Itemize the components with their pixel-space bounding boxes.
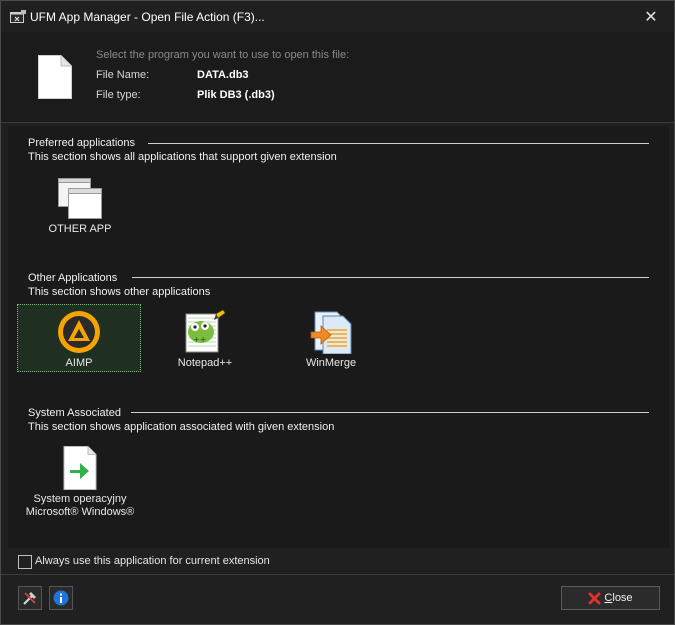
header-divider xyxy=(1,122,674,123)
footer-divider xyxy=(1,574,674,575)
always-use-label[interactable]: Always use this application for current … xyxy=(35,555,270,567)
info-icon xyxy=(53,590,69,606)
preferred-section-divider xyxy=(148,143,649,144)
app-label: Notepad++ xyxy=(177,357,233,369)
app-tile-notepadpp[interactable]: ++ Notepad++ xyxy=(143,304,267,372)
preferred-section-description: This section shows all applications that… xyxy=(28,151,337,163)
always-use-checkbox[interactable] xyxy=(18,555,32,569)
footer-bar: Always use this application for current … xyxy=(1,550,674,624)
app-label-line2: Microsoft® Windows® xyxy=(25,506,135,518)
shell-open-icon xyxy=(63,446,97,490)
app-tile-system-windows[interactable]: System operacyjny Microsoft® Windows® xyxy=(18,440,142,524)
close-button-accel: C xyxy=(604,592,613,604)
settings-tools-button[interactable] xyxy=(18,586,42,610)
system-section-title: System Associated xyxy=(28,407,121,419)
app-label: OTHER APP xyxy=(48,223,112,235)
app-manager-icon xyxy=(10,10,26,23)
close-button-label: lose xyxy=(612,592,633,604)
app-label: WinMerge xyxy=(305,357,357,369)
windows-app-icon xyxy=(58,178,102,219)
system-section-description: This section shows application associate… xyxy=(28,421,335,433)
window-close-button[interactable]: ✕ xyxy=(628,1,674,32)
svg-text:++: ++ xyxy=(193,335,206,344)
file-type-label: File type: xyxy=(96,89,141,101)
app-tile-aimp[interactable]: AIMP xyxy=(17,304,141,372)
applications-panel: Preferred applications This section show… xyxy=(8,126,669,548)
info-button[interactable] xyxy=(49,586,73,610)
close-button[interactable]: Close xyxy=(561,586,660,610)
file-name-label: File Name: xyxy=(96,69,150,81)
other-section-divider xyxy=(132,277,649,278)
file-name-value: DATA.db3 xyxy=(197,69,249,81)
other-section-description: This section shows other applications xyxy=(28,286,211,298)
winmerge-icon xyxy=(310,311,352,354)
preferred-section-title: Preferred applications xyxy=(28,137,136,149)
app-manager-window: UFM App Manager - Open File Action (F3).… xyxy=(0,0,675,625)
tools-icon xyxy=(23,592,36,605)
app-label: AIMP xyxy=(65,357,93,369)
app-tile-other-app[interactable]: OTHER APP xyxy=(18,170,142,238)
close-red-x-icon xyxy=(588,592,601,604)
app-tile-winmerge[interactable]: WinMerge xyxy=(269,304,393,372)
app-label-line1: System operacyjny xyxy=(33,493,127,505)
close-icon: ✕ xyxy=(644,8,658,26)
other-section-title: Other Applications xyxy=(28,272,118,284)
select-program-prompt: Select the program you want to use to op… xyxy=(96,49,350,61)
file-type-value: Plik DB3 (.db3) xyxy=(197,89,275,101)
title-bar: UFM App Manager - Open File Action (F3).… xyxy=(1,1,674,32)
notepadpp-icon: ++ xyxy=(185,310,226,353)
window-title: UFM App Manager - Open File Action (F3).… xyxy=(30,10,265,24)
aimp-icon xyxy=(58,311,100,353)
document-icon xyxy=(38,55,72,99)
system-section-divider xyxy=(131,412,649,413)
file-info-header: Select the program you want to use to op… xyxy=(1,32,674,122)
